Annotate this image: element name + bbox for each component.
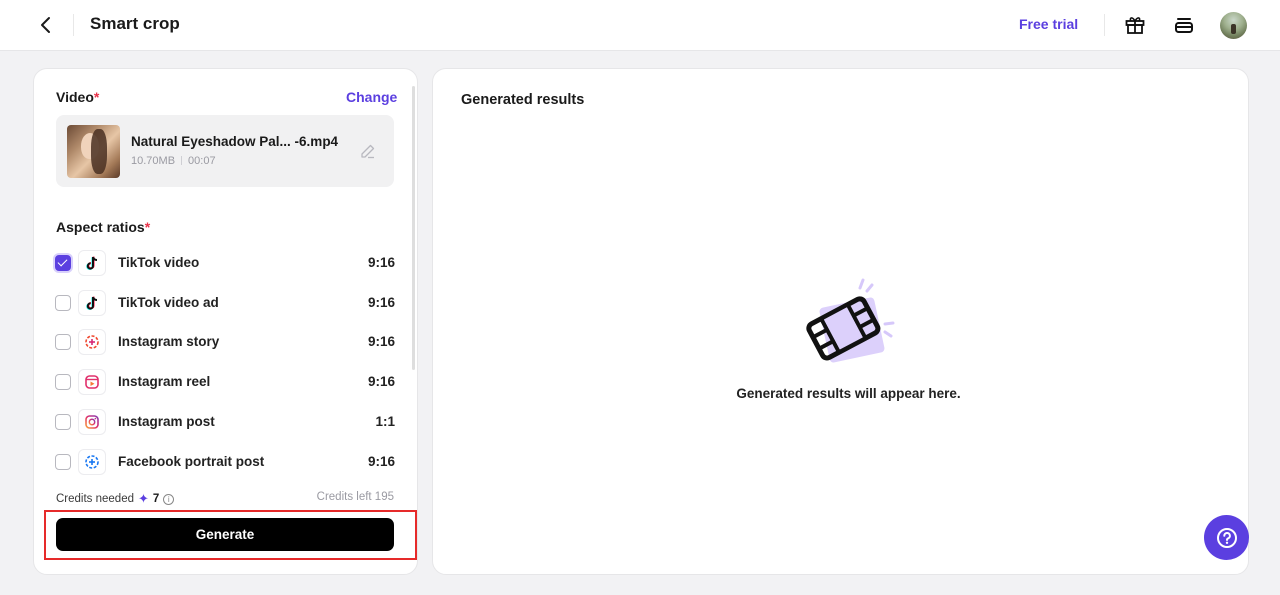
projects-button[interactable] (1173, 14, 1195, 36)
checkbox[interactable] (55, 255, 71, 271)
ratio-option-instagram-story[interactable]: Instagram story 9:16 (55, 329, 395, 355)
video-label: Video* (56, 89, 100, 105)
credits-left: Credits left 195 (316, 491, 394, 503)
ratio-value: 9:16 (367, 454, 395, 469)
checkbox[interactable] (55, 334, 71, 350)
file-name: Natural Eyeshadow Pal... -6.mp4 (131, 134, 339, 149)
change-video-link[interactable]: Change (346, 89, 397, 105)
ratio-option-tiktok-video[interactable]: TikTok video 9:16 (55, 250, 395, 276)
ratio-label: TikTok video (118, 255, 200, 270)
tiktok-icon (78, 290, 106, 316)
instagram-icon (78, 409, 106, 435)
facebook-story-icon (78, 449, 106, 475)
checkbox[interactable] (55, 295, 71, 311)
empty-state-text: Generated results will appear here. (736, 386, 961, 401)
ratio-value: 9:16 (367, 374, 395, 389)
file-size: 10.70MB (131, 155, 176, 167)
checkbox[interactable] (55, 454, 71, 470)
back-button[interactable] (36, 14, 56, 36)
credits-needed-value: 7 (152, 493, 160, 505)
credits-needed: Credits needed ✦ 7 i (56, 491, 175, 507)
free-trial-link[interactable]: Free trial (1019, 16, 1078, 32)
scrollbar[interactable] (412, 86, 415, 370)
ratio-option-instagram-reel[interactable]: Instagram reel 9:16 (55, 369, 395, 395)
generate-button[interactable]: Generate (56, 518, 394, 551)
pencil-icon (361, 144, 375, 159)
film-icon (800, 276, 900, 368)
divider (73, 14, 74, 36)
info-icon[interactable]: i (163, 493, 175, 505)
question-icon (1216, 527, 1237, 548)
ratio-option-instagram-post[interactable]: Instagram post 1:1 (55, 409, 395, 435)
meta-divider (181, 156, 183, 165)
sparkle-icon: ✦ (138, 491, 149, 506)
aspect-ratios-label: Aspect ratios* (56, 219, 151, 235)
credits-needed-label: Credits needed (56, 493, 134, 505)
divider (1104, 14, 1105, 36)
checkbox[interactable] (55, 414, 71, 430)
gift-icon (1125, 17, 1145, 34)
gift-button[interactable] (1124, 14, 1146, 36)
results-title: Generated results (461, 92, 585, 108)
ratio-value: 9:16 (367, 295, 395, 310)
ratio-value: 1:1 (375, 414, 395, 429)
ratio-label: TikTok video ad (118, 295, 219, 310)
edit-file-button[interactable] (359, 142, 377, 160)
back-arrow-icon (41, 17, 50, 33)
stack-icon (1175, 18, 1193, 33)
help-button[interactable] (1204, 515, 1249, 560)
instagram-story-icon (78, 329, 106, 355)
video-thumbnail (67, 125, 120, 178)
ratio-option-facebook-portrait-post[interactable]: Facebook portrait post 9:16 (55, 449, 395, 475)
instagram-reel-icon (78, 369, 106, 395)
page-title: Smart crop (90, 14, 180, 33)
top-bar: Smart crop Free trial (0, 0, 1280, 51)
file-meta: 10.70MB 00:07 (131, 155, 216, 167)
ratio-label: Facebook portrait post (118, 454, 265, 469)
ratio-label: Instagram story (118, 334, 220, 349)
file-duration: 00:07 (188, 155, 216, 167)
checkbox[interactable] (55, 374, 71, 390)
ratio-option-tiktok-video-ad[interactable]: TikTok video ad 9:16 (55, 290, 395, 316)
ratio-label: Instagram reel (118, 374, 211, 389)
user-avatar[interactable] (1220, 12, 1247, 39)
ratio-value: 9:16 (367, 334, 395, 349)
tiktok-icon (78, 250, 106, 276)
ratio-label: Instagram post (118, 414, 215, 429)
ratio-value: 9:16 (367, 255, 395, 270)
